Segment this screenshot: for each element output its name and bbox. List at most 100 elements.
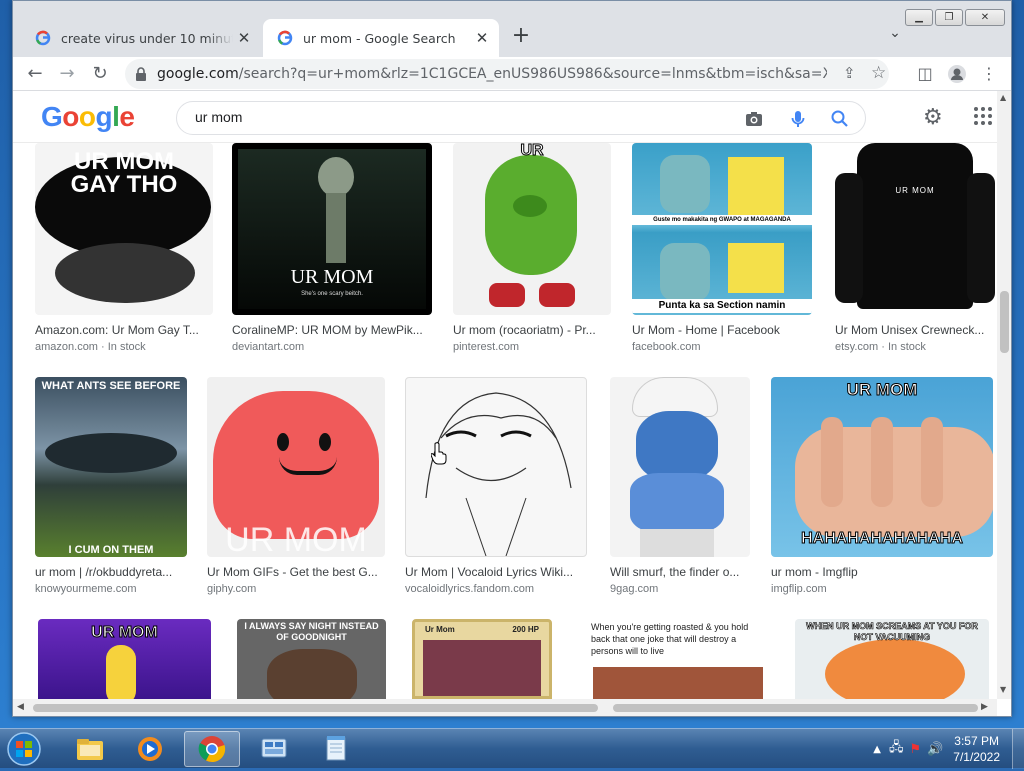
result-thumbnail[interactable]: UR MOM bbox=[38, 619, 211, 699]
clock-time: 3:57 PM bbox=[954, 734, 999, 748]
result-thumbnail[interactable]: UR MOM She's one scary beitch. bbox=[232, 143, 432, 315]
image-result[interactable]: UR MOM Ur Mom GIFs - Get the best G... g… bbox=[207, 377, 385, 595]
show-desktop-button[interactable] bbox=[1012, 729, 1024, 769]
tab-create-virus[interactable]: create virus under 10 minutes - G ✕ bbox=[21, 19, 261, 57]
scroll-down-arrow-icon[interactable]: ▼ bbox=[1000, 685, 1006, 694]
image-result[interactable]: UR Ur mom (rocaoriatm) - Pr... pinterest… bbox=[453, 143, 611, 353]
google-logo[interactable]: Google bbox=[41, 101, 135, 133]
microphone-icon[interactable] bbox=[787, 108, 809, 130]
scroll-left-arrow-icon[interactable]: ◀ bbox=[17, 702, 24, 712]
control-panel-icon[interactable] bbox=[246, 731, 302, 767]
tab-ur-mom[interactable]: ur mom - Google Search ✕ bbox=[263, 19, 499, 57]
horizontal-scrollbar[interactable]: ◀ ▶ bbox=[13, 699, 997, 716]
image-result[interactable]: Guste mo makakita ng GWAPO at MAGAGANDA … bbox=[632, 143, 812, 353]
vertical-scroll-thumb[interactable] bbox=[1000, 291, 1009, 353]
lock-icon bbox=[136, 67, 146, 81]
thumbnail-subtext: 200 HP bbox=[512, 625, 539, 634]
result-thumbnail[interactable]: Ur Mom 200 HP bbox=[412, 619, 552, 699]
image-result[interactable]: UR MOM HAHAHAHAHAHAHA ur mom - Imgflip i… bbox=[771, 377, 993, 595]
result-thumbnail[interactable]: WHEN UR MOM SCREAMS AT YOU FOR NOT VACUU… bbox=[795, 619, 989, 699]
clock-date: 7/1/2022 bbox=[953, 750, 1000, 764]
plus-icon: + bbox=[511, 23, 531, 48]
share-icon[interactable]: ⇪ bbox=[843, 64, 856, 82]
scroll-right-arrow-icon[interactable]: ▶ bbox=[981, 702, 988, 712]
chrome-icon[interactable] bbox=[184, 731, 240, 767]
show-hidden-icons[interactable]: ▲ bbox=[873, 744, 881, 755]
image-result[interactable]: UR MOM bbox=[38, 619, 211, 699]
thumbnail-text: Guste mo makakita ng GWAPO at MAGAGANDA bbox=[632, 215, 812, 225]
image-result[interactable]: WHAT ANTS SEE BEFORE I CUM ON THEM ur mo… bbox=[35, 377, 187, 595]
image-result[interactable]: WHEN UR MOM SCREAMS AT YOU FOR NOT VACUU… bbox=[795, 619, 989, 699]
result-caption[interactable]: CoralineMP: UR MOM by MewPik... bbox=[232, 323, 432, 337]
result-caption[interactable]: ur mom | /r/okbuddyreta... bbox=[35, 565, 187, 579]
apps-grid-icon[interactable] bbox=[974, 107, 992, 125]
search-box bbox=[176, 101, 866, 135]
result-caption[interactable]: Ur mom (rocaoriatm) - Pr... bbox=[453, 323, 611, 337]
star-icon[interactable]: ☆ bbox=[871, 63, 886, 83]
image-result[interactable]: UR MOM Ur Mom Unisex Crewneck... etsy.co… bbox=[835, 143, 995, 353]
gear-icon[interactable]: ⚙ bbox=[923, 105, 943, 130]
volume-icon[interactable]: 🔊 bbox=[927, 742, 943, 757]
horizontal-scroll-thumb-2[interactable] bbox=[613, 704, 978, 712]
flag-icon[interactable]: ⚑ bbox=[909, 742, 921, 757]
image-result[interactable]: Will smurf, the finder o... 9gag.com bbox=[610, 377, 750, 595]
search-input[interactable] bbox=[195, 109, 695, 125]
taskbar-clock[interactable]: 3:57 PM 7/1/2022 bbox=[953, 733, 1000, 765]
result-thumbnail[interactable]: I ALWAYS SAY NIGHT INSTEAD OF GOODNIGHT bbox=[237, 619, 386, 699]
search-icon[interactable] bbox=[829, 108, 851, 130]
reload-icon[interactable]: ↻ bbox=[86, 60, 114, 88]
window-controls: ▁ ❐ ✕ bbox=[905, 9, 1005, 26]
thumbnail-text: UR MOM bbox=[91, 624, 159, 641]
result-caption[interactable]: Ur Mom - Home | Facebook bbox=[632, 323, 812, 337]
image-result[interactable]: When you're getting roasted & you hold b… bbox=[581, 619, 775, 699]
result-thumbnail[interactable]: UR MOM GAY THO bbox=[35, 143, 213, 315]
image-result[interactable]: UR MOM GAY THO Amazon.com: Ur Mom Gay T.… bbox=[35, 143, 213, 353]
result-thumbnail[interactable]: WHAT ANTS SEE BEFORE I CUM ON THEM bbox=[35, 377, 187, 557]
url-text[interactable]: google.com/search?q=ur+mom&rlz=1C1GCEA_e… bbox=[157, 66, 827, 82]
back-arrow-icon[interactable]: ← bbox=[21, 60, 49, 88]
minimize-button[interactable]: ▁ bbox=[905, 9, 933, 26]
result-caption[interactable]: Ur Mom | Vocaloid Lyrics Wiki... bbox=[405, 565, 587, 579]
windows-start-icon[interactable] bbox=[4, 731, 48, 767]
profile-icon[interactable] bbox=[943, 60, 971, 88]
result-caption[interactable]: Ur Mom Unisex Crewneck... bbox=[835, 323, 995, 337]
close-icon[interactable]: ✕ bbox=[471, 27, 493, 49]
result-caption[interactable]: Amazon.com: Ur Mom Gay T... bbox=[35, 323, 213, 337]
notepad-icon[interactable] bbox=[308, 731, 364, 767]
scroll-up-arrow-icon[interactable]: ▲ bbox=[1000, 93, 1006, 102]
image-result[interactable]: Ur Mom 200 HP bbox=[412, 619, 552, 699]
side-panel-icon[interactable]: ◫ bbox=[911, 60, 939, 88]
explorer-icon[interactable] bbox=[62, 731, 118, 767]
thumbnail-text: UR bbox=[520, 143, 544, 159]
result-thumbnail[interactable]: UR bbox=[453, 143, 611, 315]
result-thumbnail[interactable]: When you're getting roasted & you hold b… bbox=[581, 619, 775, 699]
maximize-button[interactable]: ❐ bbox=[935, 9, 963, 26]
image-result[interactable]: UR MOM She's one scary beitch. CoralineM… bbox=[232, 143, 432, 353]
chevron-down-icon[interactable]: ⌄ bbox=[883, 25, 907, 49]
forward-arrow-icon[interactable]: → bbox=[53, 60, 81, 88]
media-player-icon[interactable] bbox=[122, 731, 178, 767]
network-icon[interactable]: 🖧 bbox=[889, 738, 904, 760]
vertical-scrollbar[interactable]: ▲ ▼ bbox=[997, 91, 1011, 699]
result-caption[interactable]: ur mom - Imgflip bbox=[771, 565, 993, 579]
camera-icon[interactable] bbox=[743, 108, 765, 130]
image-result[interactable]: Ur Mom | Vocaloid Lyrics Wiki... vocaloi… bbox=[405, 377, 587, 595]
result-caption[interactable]: Will smurf, the finder o... bbox=[610, 565, 750, 579]
tab-title: create virus under 10 minutes - G bbox=[61, 30, 233, 46]
close-icon[interactable]: ✕ bbox=[233, 27, 255, 49]
result-thumbnail[interactable]: UR MOM bbox=[207, 377, 385, 557]
kebab-menu-icon[interactable]: ⋮ bbox=[975, 60, 1003, 88]
horizontal-scroll-thumb[interactable] bbox=[33, 704, 598, 712]
result-thumbnail[interactable] bbox=[610, 377, 750, 557]
address-bar[interactable]: google.com/search?q=ur+mom&rlz=1C1GCEA_e… bbox=[125, 59, 889, 89]
result-caption[interactable]: Ur Mom GIFs - Get the best G... bbox=[207, 565, 385, 579]
result-thumbnail[interactable] bbox=[405, 377, 587, 557]
result-thumbnail[interactable]: UR MOM bbox=[835, 143, 995, 315]
image-result[interactable]: I ALWAYS SAY NIGHT INSTEAD OF GOODNIGHT bbox=[237, 619, 386, 699]
logo-letter: o bbox=[62, 101, 79, 132]
result-thumbnail[interactable]: UR MOM HAHAHAHAHAHAHA bbox=[771, 377, 993, 557]
new-tab-button[interactable]: + bbox=[507, 23, 535, 51]
result-thumbnail[interactable]: Guste mo makakita ng GWAPO at MAGAGANDA … bbox=[632, 143, 812, 315]
close-window-button[interactable]: ✕ bbox=[965, 9, 1005, 26]
thumbnail-text: UR MOM bbox=[225, 521, 367, 557]
